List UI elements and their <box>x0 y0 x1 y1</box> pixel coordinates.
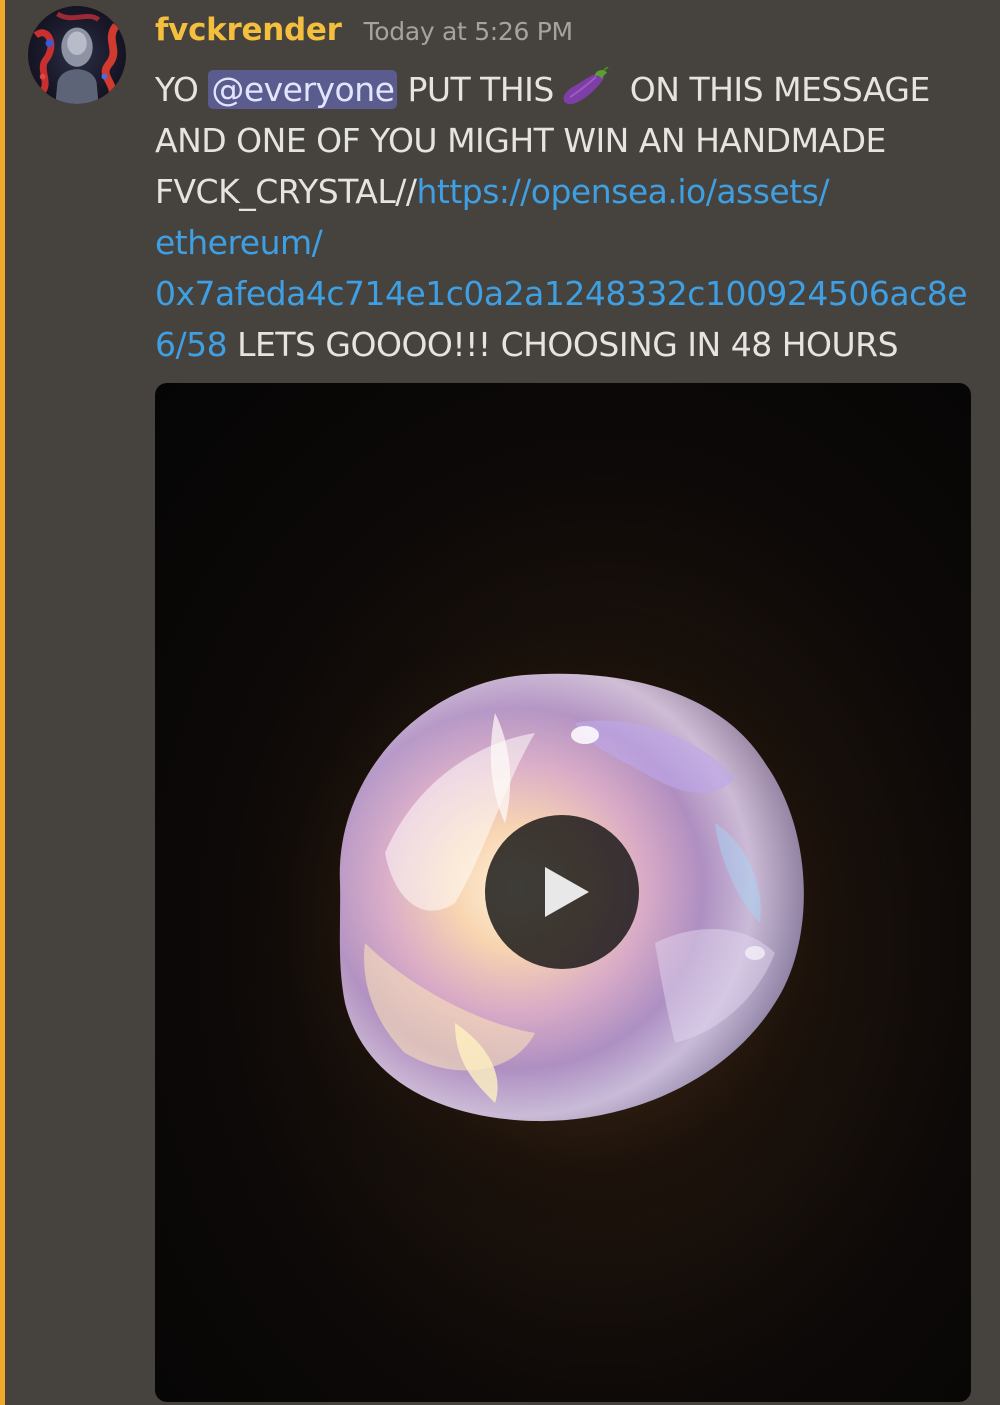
message-text: AND ONE OF YOU MIGHT WIN AN HANDMADE <box>155 121 886 160</box>
message-line: 6/58 LETS GOOOO!!! CHOOSING IN 48 HOURS <box>155 319 985 370</box>
play-button[interactable] <box>485 815 639 969</box>
everyone-mention[interactable]: @everyone <box>208 70 398 109</box>
message-line: AND ONE OF YOU MIGHT WIN AN HANDMADE <box>155 115 985 166</box>
message-text: PUT THIS <box>397 70 554 109</box>
message-text: YO <box>155 70 209 109</box>
message-text: ON THIS MESSAGE <box>619 70 931 109</box>
message-line: ethereum/ <box>155 217 985 268</box>
message-line: FVCK_CRYSTAL//https://opensea.io/assets/ <box>155 166 985 217</box>
opensea-link[interactable]: 6/58 <box>155 325 228 364</box>
eggplant-emoji-icon <box>558 67 610 107</box>
opensea-link[interactable]: https://opensea.io/assets/ <box>417 172 830 211</box>
video-attachment[interactable] <box>155 383 971 1402</box>
opensea-link[interactable]: ethereum/ <box>155 223 323 262</box>
chat-message: fvckrender Today at 5:26 PM YO @everyone… <box>0 0 1000 1405</box>
message-text: FVCK_CRYSTAL// <box>155 172 417 211</box>
mention-highlight-bar <box>0 0 5 1405</box>
message-content: YO @everyone PUT THIS ON THIS MESSAGE AN… <box>155 64 985 370</box>
opensea-link[interactable]: 0x7afeda4c714e1c0a2a1248332c100924506ac8… <box>155 274 968 313</box>
message-text: LETS GOOOO!!! CHOOSING IN 48 HOURS <box>227 325 899 364</box>
timestamp[interactable]: Today at 5:26 PM <box>364 17 574 46</box>
avatar-icon <box>28 6 126 104</box>
message-line: YO @everyone PUT THIS ON THIS MESSAGE <box>155 64 985 115</box>
message-line: 0x7afeda4c714e1c0a2a1248332c100924506ac8… <box>155 268 985 319</box>
message-header: fvckrender Today at 5:26 PM <box>155 12 573 58</box>
avatar[interactable] <box>28 6 126 104</box>
username[interactable]: fvckrender <box>155 12 342 48</box>
play-icon <box>545 867 589 917</box>
